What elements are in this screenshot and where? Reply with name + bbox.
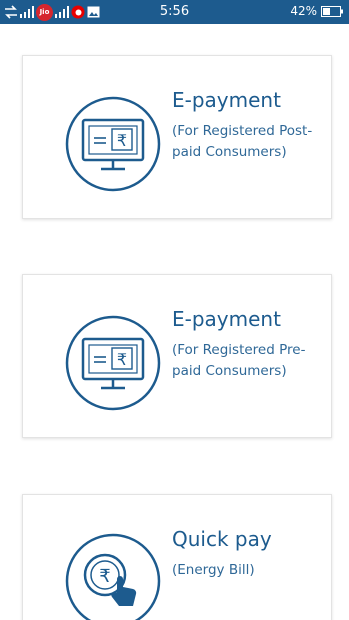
card-title: E-payment xyxy=(172,307,281,331)
svg-text:₹: ₹ xyxy=(99,566,110,587)
epayment-postpaid-card[interactable]: ₹ E-payment (For Registered Post-paid Co… xyxy=(22,55,332,219)
card-subtitle: (For Registered Post-paid Consumers) xyxy=(172,123,313,160)
status-bar: Jio 5:56 42% xyxy=(0,0,349,24)
svg-text:₹: ₹ xyxy=(117,131,127,150)
card-subtitle: (For Registered Pre-paid Consumers) xyxy=(172,342,306,379)
monitor-rupee-icon: ₹ xyxy=(65,315,161,411)
coin-tap-icon: ₹ xyxy=(65,533,161,620)
card-title: Quick pay xyxy=(172,527,272,551)
card-subtitle: (Energy Bill) xyxy=(172,562,255,578)
card-title: E-payment xyxy=(172,88,281,112)
battery-percentage: 42% xyxy=(290,4,317,18)
battery-icon xyxy=(321,5,343,17)
monitor-rupee-icon: ₹ xyxy=(65,96,161,192)
epayment-prepaid-card[interactable]: ₹ E-payment (For Registered Pre-paid Con… xyxy=(22,274,332,438)
status-icons-right: 42% xyxy=(290,4,343,18)
quick-pay-card[interactable]: ₹ Quick pay (Energy Bill) xyxy=(22,494,332,620)
svg-text:₹: ₹ xyxy=(117,350,127,369)
